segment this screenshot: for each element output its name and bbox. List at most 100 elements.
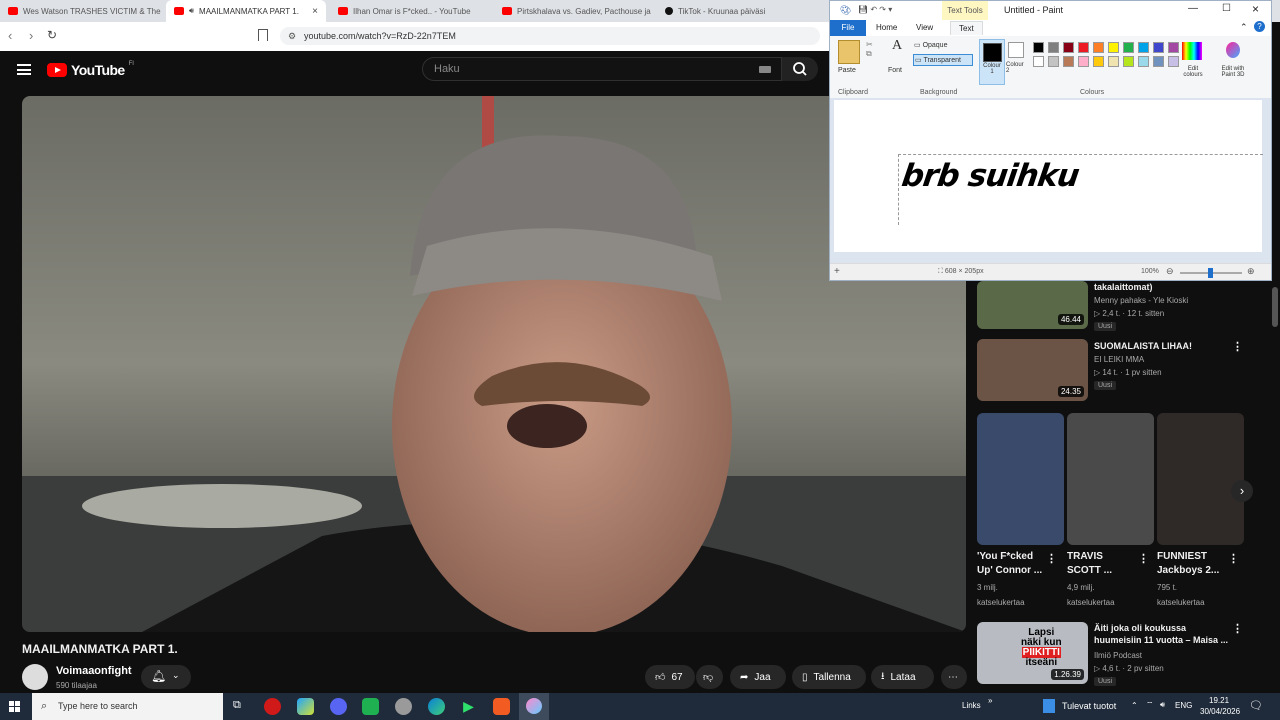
font-label[interactable]: Font (888, 67, 902, 74)
notification-bell-button[interactable]: 🔔︎ ⌄ (141, 665, 191, 689)
video-thumbnail[interactable]: 46.44 (977, 281, 1088, 329)
colour-swatch[interactable] (1108, 42, 1119, 53)
app-icon[interactable] (395, 698, 412, 715)
keyboard-icon[interactable] (759, 66, 771, 73)
zoom-in-icon[interactable]: ⊕ (1247, 266, 1255, 277)
collapse-ribbon-icon[interactable]: ⌃ (1240, 22, 1248, 33)
tab-file[interactable]: File (830, 20, 866, 36)
reload-icon[interactable]: ↻ (47, 28, 57, 42)
short-thumbnail[interactable] (1157, 413, 1244, 545)
edge-icon[interactable] (428, 698, 445, 715)
paint-canvas[interactable]: brb suihku (834, 100, 1263, 252)
colour-swatch[interactable] (1093, 56, 1104, 67)
tab-home[interactable]: Home (876, 23, 897, 32)
paint-taskbar-button[interactable] (519, 693, 549, 720)
colour-swatch[interactable] (1153, 56, 1164, 67)
paint3d-icon[interactable] (1226, 42, 1240, 58)
app-icon[interactable] (297, 698, 314, 715)
short-title[interactable]: TRAVIS SCOTT ... (1067, 550, 1112, 578)
clock-time[interactable]: 19.21 (1209, 696, 1229, 705)
more-icon[interactable]: ⋮ (1046, 552, 1057, 565)
opaque-option[interactable]: ▭ Opaque (914, 41, 968, 49)
paint3d-label[interactable]: Edit with Paint 3D (1216, 66, 1250, 78)
quick-access-icons[interactable]: 💾︎ ↶ ↷ ▾ (858, 5, 892, 14)
colour-swatch[interactable] (1138, 56, 1149, 67)
news-icon[interactable] (1043, 699, 1055, 713)
colour-swatch[interactable] (1078, 42, 1089, 53)
video-player[interactable] (22, 96, 966, 632)
colour-swatch[interactable] (1063, 42, 1074, 53)
share-button[interactable]: ➦ Jaa (730, 665, 786, 689)
maximize-icon[interactable]: ☐ (1222, 3, 1231, 14)
bookmark-icon[interactable] (258, 29, 268, 41)
colour-swatch[interactable] (1078, 56, 1089, 67)
colour-swatch[interactable] (1048, 56, 1059, 67)
paint-canvas-area[interactable]: brb suihku (830, 98, 1271, 263)
notification-icon[interactable]: 🗨︎ (1249, 699, 1263, 712)
transparent-option[interactable]: ▭ Transparent (913, 54, 973, 66)
search-input[interactable]: Haku (422, 57, 782, 81)
short-thumbnail[interactable] (1067, 413, 1154, 545)
zoom-out-icon[interactable]: ⊖ (1166, 266, 1174, 277)
close-icon[interactable]: × (1252, 2, 1259, 16)
help-icon[interactable]: ? (1254, 21, 1265, 32)
youtube-logo[interactable]: YouTube FI (47, 61, 134, 78)
page-scrollbar[interactable] (1270, 281, 1280, 693)
short-title[interactable]: FUNNIEST Jackboys 2... (1157, 550, 1219, 578)
colour-swatch[interactable] (1123, 42, 1134, 53)
discord-icon[interactable] (330, 698, 347, 715)
video-thumbnail[interactable]: 24.35 (977, 339, 1088, 401)
clock-date[interactable]: 30/04/2026 (1200, 707, 1240, 716)
network-icon[interactable]: ⌔ (1146, 700, 1154, 710)
more-icon[interactable]: ⋮ (1232, 622, 1243, 635)
links-toolbar[interactable]: Links (962, 701, 981, 710)
chevron-icon[interactable]: » (988, 696, 992, 705)
colour-palette[interactable] (1033, 40, 1193, 84)
video-title[interactable]: SUOMALAISTA LIHAA! (1094, 340, 1192, 352)
menu-icon[interactable] (17, 64, 31, 75)
browser-tab[interactable]: TikTok - Kruunaa päiväsi (657, 0, 827, 22)
short-thumbnail[interactable] (977, 413, 1064, 545)
colour-swatch[interactable] (1108, 56, 1119, 67)
forward-icon[interactable]: › (29, 28, 33, 43)
font-icon[interactable]: A (892, 38, 902, 54)
video-title[interactable]: Äiti joka oli koukussa huumeisiin 11 vuo… (1094, 622, 1234, 646)
chevron-right-icon[interactable]: › (1231, 480, 1253, 502)
colour2-label[interactable]: Colour 2 (1006, 62, 1028, 74)
colour-swatch[interactable] (1168, 42, 1179, 53)
browser-tab[interactable]: Wes Watson TRASHES VICTIM & The (0, 0, 165, 22)
news-widget-text[interactable]: Tulevat tuotot (1062, 701, 1116, 711)
video-channel[interactable]: Menny pahaks - Yle Kioski (1094, 295, 1188, 307)
zoom-slider[interactable] (1180, 268, 1242, 278)
download-button[interactable]: ⭳ Lataa (871, 665, 934, 689)
video-title[interactable]: takalaittomat) (1094, 281, 1153, 293)
back-icon[interactable]: ‹ (8, 28, 12, 43)
tray-up-icon[interactable]: ⌃ (1131, 701, 1138, 710)
colour-swatch[interactable] (1168, 56, 1179, 67)
opera-icon[interactable] (264, 698, 281, 715)
colour-swatch[interactable] (1033, 42, 1044, 53)
language-indicator[interactable]: ENG (1175, 701, 1192, 710)
close-tab-icon[interactable]: × (312, 6, 318, 17)
colour1-selector[interactable]: Colour 1 (979, 39, 1005, 85)
app-icon[interactable] (362, 698, 379, 715)
colour-swatch[interactable] (1033, 56, 1044, 67)
dislike-button[interactable]: 👎︎ (696, 665, 723, 689)
canvas-text[interactable]: brb suihku (899, 158, 1080, 194)
more-icon[interactable]: ⋮ (1232, 340, 1243, 353)
colour-swatch[interactable] (1048, 42, 1059, 53)
url-field[interactable]: ⚙ youtube.com/watch?v=RzD-22n7TEM (280, 27, 820, 45)
colour-swatch[interactable] (1153, 42, 1164, 53)
cut-copy-icons[interactable]: ✂ ⧉ (866, 40, 873, 59)
windows-start-icon[interactable] (9, 701, 21, 713)
task-view-icon[interactable]: ⧉ (233, 699, 241, 712)
short-title[interactable]: 'You F*cked Up' Connor ... (977, 550, 1042, 578)
edit-colours-label[interactable]: Edit colours (1180, 66, 1206, 78)
video-channel[interactable]: Ilmiö Podcast (1094, 650, 1142, 662)
edit-colours-icon[interactable] (1182, 42, 1202, 60)
paste-label[interactable]: Paste (838, 67, 856, 74)
site-info-icon[interactable]: ⚙ (288, 31, 296, 42)
like-button[interactable]: 👍︎ 67 (645, 665, 695, 689)
play-icon[interactable]: ▶ (460, 698, 477, 715)
colour-swatch[interactable] (1063, 56, 1074, 67)
